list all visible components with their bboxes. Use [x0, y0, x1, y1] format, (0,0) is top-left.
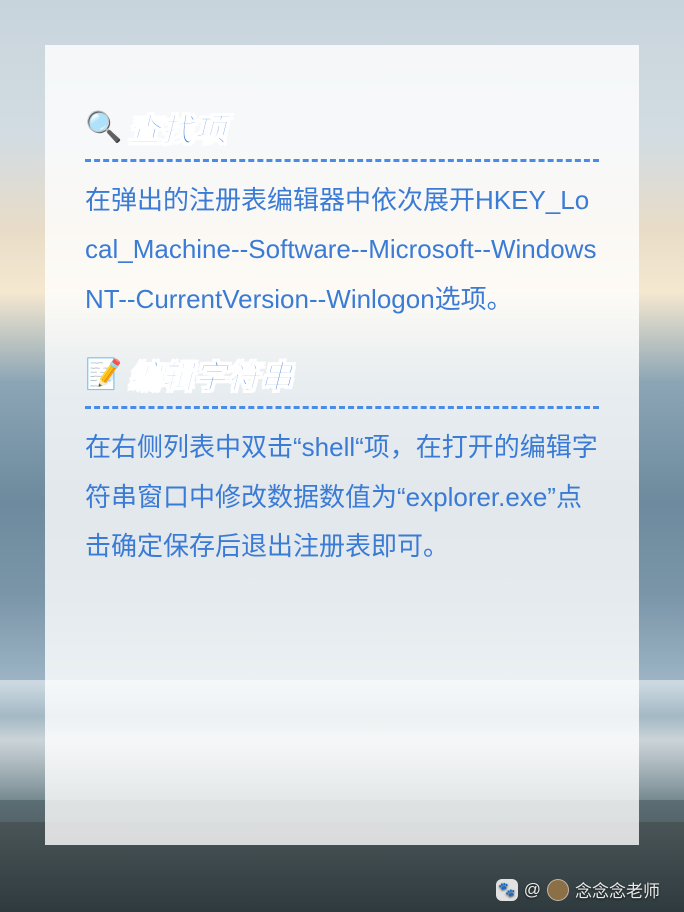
heading-text-find: 查找项 — [128, 105, 227, 151]
section-heading-edit: 📝 编辑字符串 — [85, 352, 599, 398]
divider — [85, 159, 599, 162]
watermark: 🐾 @ 念念念老师 — [496, 877, 660, 902]
memo-icon: 📝 — [85, 360, 122, 390]
body-text-find: 在弹出的注册表编辑器中依次展开HKEY_Local_Machine--Softw… — [85, 176, 599, 324]
divider — [85, 406, 599, 409]
heading-text-edit: 编辑字符串 — [128, 352, 293, 398]
watermark-name: 念念念老师 — [575, 877, 660, 902]
content-card: 🔍 查找项 在弹出的注册表编辑器中依次展开HKEY_Local_Machine-… — [45, 45, 639, 845]
watermark-at: @ — [524, 880, 541, 900]
magnifier-icon: 🔍 — [85, 113, 122, 143]
avatar — [547, 879, 569, 901]
section-heading-find: 🔍 查找项 — [85, 105, 599, 151]
paw-icon: 🐾 — [496, 879, 518, 901]
body-text-edit: 在右侧列表中双击“shell“项，在打开的编辑字符串窗口中修改数据数值为“exp… — [85, 423, 599, 571]
